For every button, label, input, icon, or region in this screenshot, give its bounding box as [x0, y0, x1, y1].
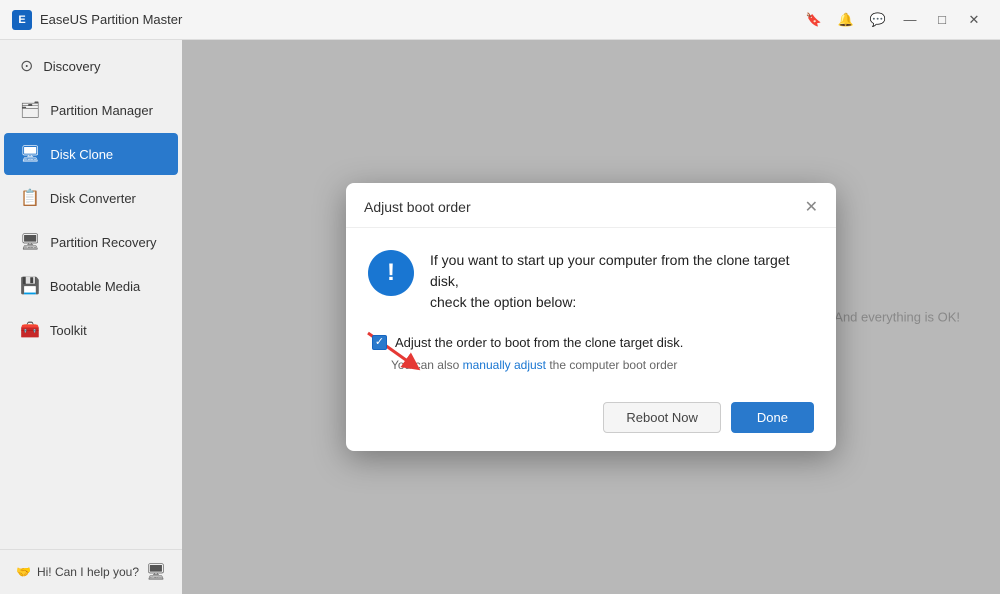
minimize-button[interactable]: — [896, 9, 924, 31]
sidebar-item-partition-manager[interactable]: 🗂 Partition Manager [4, 89, 178, 131]
disk-converter-icon: 📋 [20, 188, 40, 208]
reboot-now-button[interactable]: Reboot Now [603, 402, 721, 433]
modal-overlay: Adjust boot order ✕ ! If you want to sta… [182, 40, 1000, 594]
title-bar-controls: 🔖 🔔 💬 — □ ✕ [800, 9, 988, 31]
sidebar-item-label: Toolkit [50, 323, 87, 338]
sidebar-item-disk-clone[interactable]: 🖥 Disk Clone [4, 133, 178, 175]
partition-manager-icon: 🗂 [20, 100, 40, 120]
sidebar: ⊙ Discovery 🗂 Partition Manager 🖥 Disk C… [0, 40, 182, 594]
done-button[interactable]: Done [731, 402, 814, 433]
checkbox-row[interactable]: Adjust the order to boot from the clone … [372, 335, 814, 350]
modal-title: Adjust boot order [364, 199, 471, 215]
sidebar-item-label: Partition Manager [50, 103, 153, 118]
app-logo: E [12, 10, 32, 30]
app-title: EaseUS Partition Master [40, 12, 182, 27]
chat-help: 🤝 Hi! Can I help you? [16, 565, 139, 579]
info-text: If you want to start up your computer fr… [430, 250, 814, 313]
feedback-button[interactable]: 💬 [864, 9, 892, 31]
sidebar-bottom: 🤝 Hi! Can I help you? 🖥 [0, 549, 182, 594]
main-layout: ⊙ Discovery 🗂 Partition Manager 🖥 Disk C… [0, 40, 1000, 594]
modal-footer: Reboot Now Done [346, 388, 836, 451]
sidebar-item-label: Discovery [43, 59, 100, 74]
modal-body: ! If you want to start up your computer … [346, 228, 836, 388]
discovery-icon: ⊙ [20, 56, 33, 76]
sidebar-item-partition-recovery[interactable]: 🖥 Partition Recovery [4, 221, 178, 263]
disk-clone-icon: 🖥 [20, 144, 40, 164]
sub-text: You can also manually adjust the compute… [391, 358, 814, 372]
chat-emoji: 🤝 [16, 565, 31, 579]
maximize-button[interactable]: □ [928, 9, 956, 31]
adjust-boot-order-dialog: Adjust boot order ✕ ! If you want to sta… [346, 183, 836, 451]
content-area: from Disk 3. And everything is OK! Adjus… [182, 40, 1000, 594]
sidebar-item-bootable-media[interactable]: 💾 Bootable Media [4, 265, 178, 307]
boot-order-checkbox[interactable] [372, 335, 387, 350]
sidebar-item-disk-converter[interactable]: 📋 Disk Converter [4, 177, 178, 219]
chat-icon-button[interactable]: 🖥 [146, 562, 166, 582]
sidebar-item-label: Disk Converter [50, 191, 136, 206]
sidebar-item-label: Disk Clone [50, 147, 113, 162]
title-bar-left: E EaseUS Partition Master [12, 10, 182, 30]
title-bar: E EaseUS Partition Master 🔖 🔔 💬 — □ ✕ [0, 0, 1000, 40]
modal-header: Adjust boot order ✕ [346, 183, 836, 228]
sidebar-item-label: Partition Recovery [50, 235, 156, 250]
close-button[interactable]: ✕ [960, 9, 988, 31]
toolkit-icon: 🧰 [20, 320, 40, 340]
bookmark-button[interactable]: 🔖 [800, 9, 828, 31]
modal-info-row: ! If you want to start up your computer … [368, 250, 814, 313]
sidebar-item-discovery[interactable]: ⊙ Discovery [4, 45, 178, 87]
chat-label: Hi! Can I help you? [37, 565, 139, 579]
bootable-media-icon: 💾 [20, 276, 40, 296]
info-icon: ! [368, 250, 414, 296]
manually-adjust-link[interactable]: manually adjust [463, 358, 546, 372]
checkbox-label: Adjust the order to boot from the clone … [395, 335, 683, 350]
sidebar-item-toolkit[interactable]: 🧰 Toolkit [4, 309, 178, 351]
notification-button[interactable]: 🔔 [832, 9, 860, 31]
sidebar-item-label: Bootable Media [50, 279, 140, 294]
checkbox-section: Adjust the order to boot from the clone … [368, 335, 814, 372]
modal-close-button[interactable]: ✕ [805, 197, 818, 217]
partition-recovery-icon: 🖥 [20, 232, 40, 252]
